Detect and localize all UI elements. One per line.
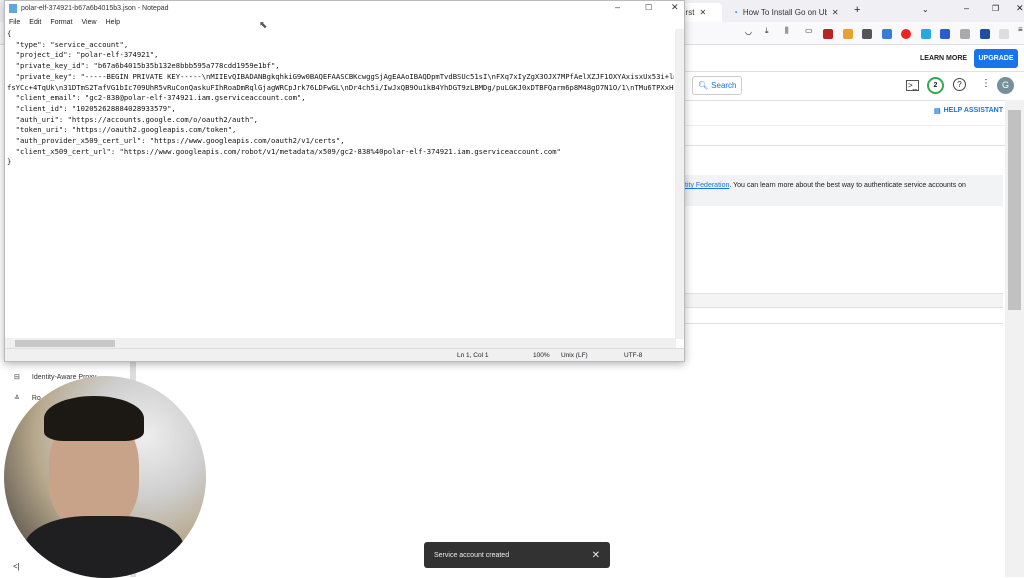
toast-message: Service account created [434, 551, 510, 559]
text-line: "private_key": "-----BEGIN PRIVATE KEY--… [7, 71, 674, 81]
scrollbar-thumb[interactable] [15, 340, 115, 347]
menu-help[interactable]: Help [106, 19, 120, 26]
extension-icon[interactable] [999, 29, 1009, 39]
cursor-position: Ln 1, Col 1 [457, 352, 489, 359]
mouse-cursor-icon: ⬉ [259, 20, 268, 31]
text-line: "type": "service_account", [7, 39, 129, 49]
text-line: "client_email": "gc2-838@polar-elf-37492… [7, 93, 306, 103]
help-assistant-button[interactable]: ▤ HELP ASSISTANT [934, 107, 1003, 115]
tab-label: How To Install Go on Ubuntu 2 [742, 8, 827, 17]
text-line: "client_x509_cert_url": "https://www.goo… [7, 146, 561, 156]
zoom-level: 100% [533, 352, 550, 359]
avatar[interactable]: G [997, 77, 1014, 94]
more-vert-icon[interactable]: ⋮ [981, 78, 991, 89]
text-line: fsYCc+4TqUk\n31DTmS2TafVG1bIc709UhR5vRuC… [7, 82, 674, 92]
close-icon[interactable]: ✕ [592, 550, 600, 561]
browser-tab[interactable]: ◔ How To Install Go on Ubuntu 2 ✕ [727, 3, 845, 22]
text-line: "project_id": "polar-elf-374921", [7, 50, 159, 60]
help-icon[interactable]: ? [953, 78, 966, 91]
notepad-window: polar-elf-374921-b67a6b4015b3.json - Not… [4, 0, 685, 362]
iap-icon: ⊟ [14, 374, 20, 381]
maximize-icon[interactable]: ☐ [645, 3, 652, 12]
text-line: } [7, 157, 12, 167]
search-button[interactable]: 🔍︎ Search [692, 76, 742, 95]
extension-icon[interactable] [882, 29, 892, 39]
text-line: "token_uri": "https://oauth2.googleapis.… [7, 125, 237, 135]
text-line: "private_key_id": "b67a6b4015b35b132e8bb… [7, 61, 280, 71]
extension-icon[interactable] [980, 29, 990, 39]
menu-view[interactable]: View [82, 19, 97, 26]
webcam-overlay [4, 376, 206, 578]
encoding: UTF-8 [624, 352, 643, 359]
extension-icon[interactable] [940, 29, 950, 39]
chat-icon: ▤ [934, 108, 941, 115]
text-line: "auth_provider_x509_cert_url": "https://… [7, 136, 345, 146]
text-line: "client_id": "102052628884028933579", [7, 103, 176, 113]
close-icon[interactable]: ✕ [671, 2, 679, 13]
extension-icon[interactable] [862, 29, 872, 39]
notifications-badge[interactable]: 2 [927, 77, 944, 94]
extension-icon[interactable] [921, 29, 931, 39]
extension-icon[interactable] [843, 29, 853, 39]
close-window-icon[interactable]: ✕ [1016, 3, 1024, 14]
notepad-titlebar: polar-elf-374921-b67a6b4015b3.json - Not… [5, 1, 684, 16]
menu-edit[interactable]: Edit [29, 19, 41, 26]
workload-identity-federation-link[interactable]: tity Federation [685, 182, 729, 189]
text-line: "auth_uri": "https://accounts.google.com… [7, 114, 258, 124]
text-editor[interactable]: { "type": "service_account", "project_id… [7, 29, 674, 337]
menu-file[interactable]: File [9, 19, 20, 26]
digitalocean-icon: ◔ [733, 8, 738, 17]
minimize-icon[interactable]: – [964, 3, 969, 13]
window-title: polar-elf-374921-b67a6b4015b3.json - Not… [21, 5, 169, 12]
learn-more-link[interactable]: LEARN MORE [920, 55, 967, 62]
line-ending: Unix (LF) [561, 352, 588, 359]
vertical-scrollbar[interactable] [675, 29, 684, 339]
extension-icon[interactable] [960, 29, 970, 39]
search-icon: 🔍︎ [698, 81, 709, 90]
menu-format[interactable]: Format [50, 19, 72, 26]
text-line: { [7, 29, 12, 38]
cloud-shell-icon[interactable]: >_ [906, 80, 920, 91]
snackbar-toast: Service account created ✕ [424, 542, 610, 568]
library-icon[interactable]: ⫼ [785, 26, 789, 36]
notepad-icon [9, 4, 17, 13]
sidebar-icon[interactable]: ▭ [805, 26, 813, 35]
page-scrollbar[interactable] [1005, 100, 1024, 577]
extension-icon[interactable] [823, 29, 833, 39]
info-banner: tity Federation. You can learn more abou… [685, 175, 1003, 206]
close-icon[interactable]: ✕ [832, 8, 839, 17]
pocket-icon[interactable]: ◡ [745, 27, 752, 36]
download-icon[interactable]: ⤓ [765, 26, 769, 36]
new-tab-button[interactable]: + [854, 4, 860, 16]
chevron-down-icon[interactable]: ⌄ [922, 5, 929, 14]
upgrade-button[interactable]: UPGRADE [974, 49, 1018, 68]
roles-icon: ≗ [14, 395, 20, 402]
close-icon[interactable]: ✕ [699, 8, 706, 17]
status-bar: Ln 1, Col 1 100% Unix (LF) UTF-8 [5, 348, 684, 361]
menu-icon[interactable]: ≡ [1018, 25, 1023, 34]
menu-bar: File Edit Format View Help [5, 16, 684, 29]
collapse-icon[interactable]: <| [13, 562, 20, 571]
restore-icon[interactable]: ❐ [992, 4, 999, 13]
minimize-icon[interactable]: – [615, 2, 620, 12]
extension-icon[interactable] [901, 29, 911, 39]
info-text: . You can learn more about the best way … [729, 182, 966, 189]
